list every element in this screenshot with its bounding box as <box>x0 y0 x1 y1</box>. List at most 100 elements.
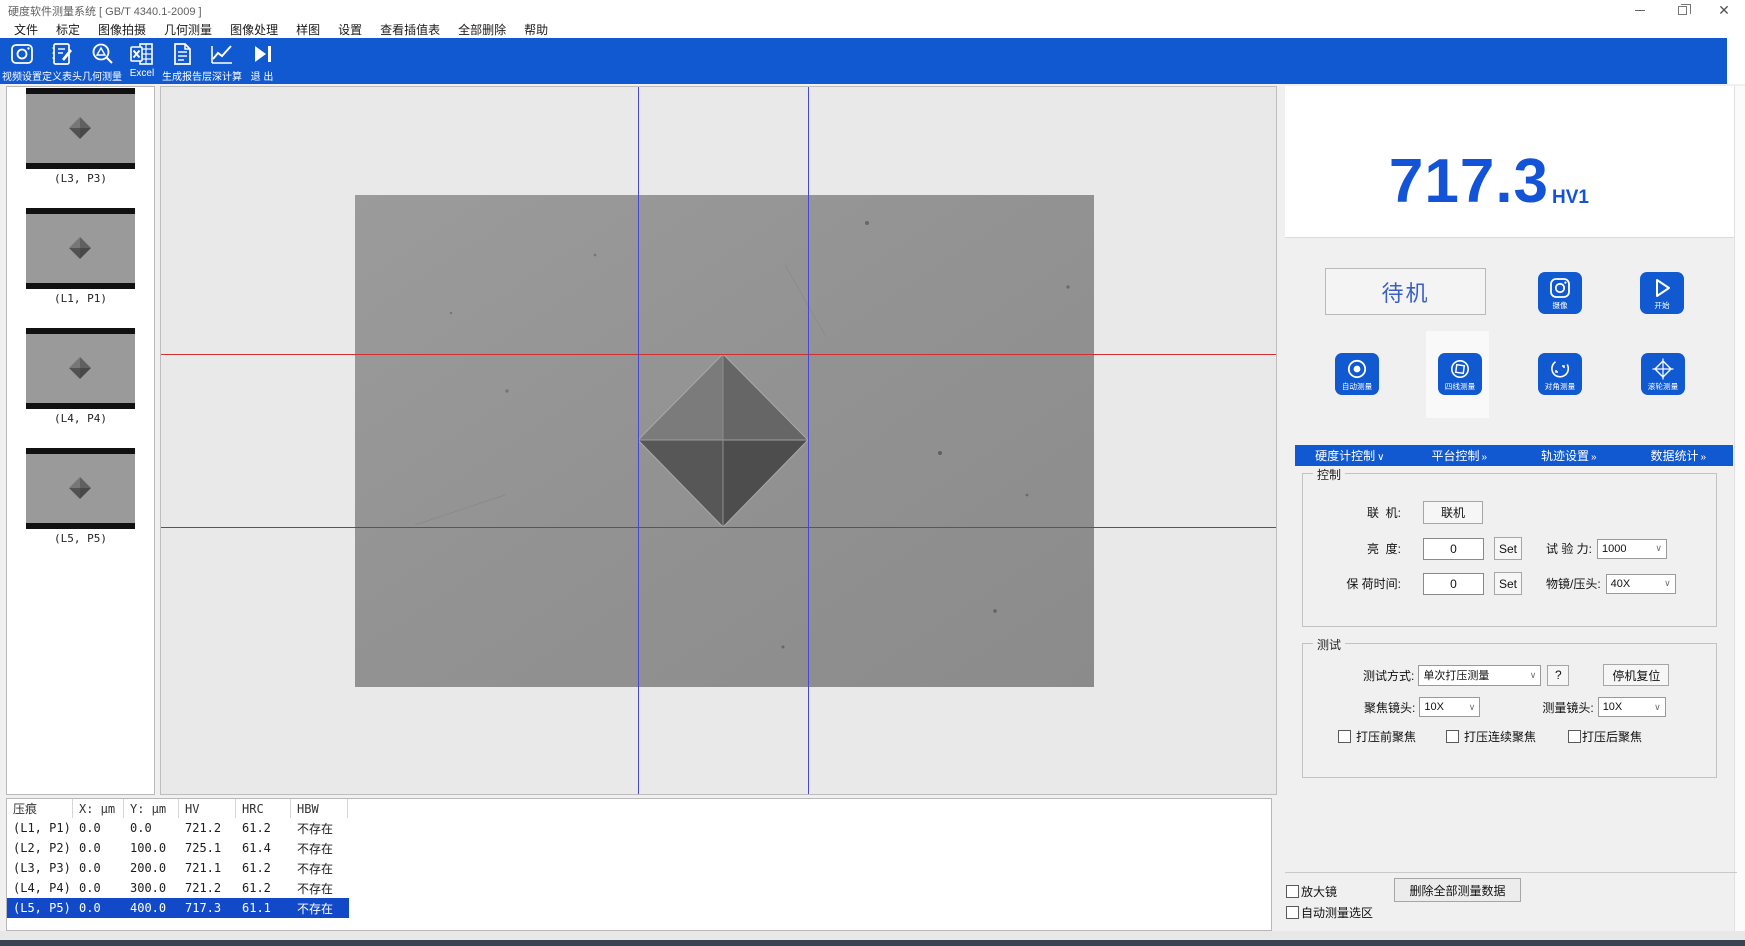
diagonal-measure-button[interactable]: 对角测量 <box>1538 353 1582 395</box>
hardness-reading-card: 717.3 HV1 <box>1285 86 1734 238</box>
measure-lens-label: 测量镜头: <box>1542 699 1593 716</box>
crosshair-red-horizontal-line[interactable] <box>161 354 1276 355</box>
focus-lens-select[interactable]: 10X∨ <box>1419 697 1480 717</box>
table-row[interactable]: (L3, P3) 0.0 200.0 721.1 61.2 不存在 <box>7 858 349 878</box>
menu-image-capture[interactable]: 图像拍摄 <box>89 20 155 39</box>
menu-help[interactable]: 帮助 <box>515 20 557 39</box>
test-force-label: 试 验 力: <box>1546 540 1592 557</box>
menu-delete-all[interactable]: 全部删除 <box>449 20 515 39</box>
tab-hardness-control[interactable]: 硬度计控制∨ <box>1295 447 1405 464</box>
col-hv: HV <box>179 799 236 818</box>
test-group-title: 测试 <box>1313 636 1345 653</box>
close-icon: ✕ <box>1718 3 1730 17</box>
focus-before-checkbox[interactable] <box>1338 730 1351 743</box>
focus-after-checkbox[interactable] <box>1568 730 1581 743</box>
target-icon <box>1345 357 1369 381</box>
stop-reset-button[interactable]: 停机复位 <box>1603 664 1669 686</box>
brightness-input[interactable] <box>1423 538 1484 560</box>
chevron-right-icon: » <box>1700 452 1706 463</box>
menubar: 文件 标定 图像拍摄 几何测量 图像处理 样图 设置 查看插值表 全部删除 帮助 <box>0 20 1745 38</box>
thumbnail-item[interactable]: (L1, P1) <box>7 208 154 328</box>
auto-measure-button[interactable]: 自动测量 <box>1335 353 1379 395</box>
crosshair-blue-vertical-line-left[interactable] <box>638 87 639 794</box>
table-row[interactable]: (L1, P1) 0.0 0.0 721.2 61.2 不存在 <box>7 818 349 838</box>
measure-lens-select[interactable]: 10X∨ <box>1598 697 1666 717</box>
results-table: 压痕 X: μm Y: μm HV HRC HBW (L1, P1) 0.0 0… <box>6 798 1272 931</box>
menu-calibration[interactable]: 标定 <box>47 20 89 39</box>
chevron-down-icon: ∨ <box>1655 543 1662 554</box>
magnifier-label: 放大镜 <box>1301 883 1337 900</box>
capture-button[interactable]: 摄像 <box>1538 272 1582 314</box>
minimize-icon <box>1635 10 1645 11</box>
crosshair-blue-horizontal-line[interactable] <box>161 527 1276 528</box>
delete-all-data-button[interactable]: 删除全部测量数据 <box>1394 878 1521 902</box>
video-viewport[interactable] <box>160 86 1277 795</box>
auto-measure-area-label: 自动测量选区 <box>1301 904 1373 921</box>
dwell-time-input[interactable] <box>1423 573 1484 595</box>
table-row[interactable]: (L5, P5) 0.0 400.0 717.3 61.1 不存在 <box>7 898 349 918</box>
focus-continuous-checkbox[interactable] <box>1446 730 1459 743</box>
crosshair-blue-vertical-line-right[interactable] <box>808 87 809 794</box>
bottom-separator <box>1285 872 1737 873</box>
toolbar: 视频设置 定义表头 几何测量 <box>0 38 1727 84</box>
connect-button[interactable]: 联机 <box>1423 501 1483 524</box>
thumbnail-label: (L3, P3) <box>54 172 107 185</box>
microscope-image <box>355 195 1094 687</box>
hardness-unit: HV1 <box>1552 187 1589 209</box>
roller-measure-button[interactable]: 滚轮测量 <box>1641 353 1685 395</box>
bottom-gray-strip <box>0 931 1745 940</box>
tab-trajectory-settings[interactable]: 轨迹设置» <box>1514 447 1624 464</box>
dwell-time-label: 保 荷时间: <box>1341 575 1401 592</box>
excel-export-button[interactable]: Excel <box>122 41 162 79</box>
chevron-down-icon: ∨ <box>1664 578 1671 589</box>
test-mode-label: 测试方式: <box>1363 667 1414 684</box>
col-indent: 压痕 <box>7 799 73 818</box>
video-settings-button[interactable]: 视频设置 <box>2 41 42 83</box>
menu-settings[interactable]: 设置 <box>329 20 371 39</box>
tab-stage-control[interactable]: 平台控制» <box>1405 447 1515 464</box>
focus-continuous-label: 打压连续聚焦 <box>1464 728 1536 745</box>
focus-before-label: 打压前聚焦 <box>1356 728 1416 745</box>
objective-indenter-select[interactable]: 40X∨ <box>1606 574 1676 594</box>
restore-button[interactable] <box>1661 0 1703 20</box>
tab-data-statistics[interactable]: 数据统计» <box>1624 447 1734 464</box>
control-group-title: 控制 <box>1313 466 1345 483</box>
menu-image-processing[interactable]: 图像处理 <box>221 20 287 39</box>
dwell-set-button[interactable]: Set <box>1494 572 1522 595</box>
thumbnail-item[interactable]: (L4, P4) <box>7 328 154 448</box>
chevron-down-icon: ∨ <box>1530 670 1537 681</box>
table-row[interactable]: (L2, P2) 0.0 100.0 725.1 61.4 不存在 <box>7 838 349 858</box>
test-mode-select[interactable]: 单次打压测量∨ <box>1418 665 1541 686</box>
chevron-down-icon: ∨ <box>1469 702 1476 713</box>
exit-icon <box>249 41 275 67</box>
test-force-select[interactable]: 1000∨ <box>1597 539 1667 559</box>
thumbnail-item[interactable]: (L3, P3) <box>7 88 154 208</box>
hardness-value: 717.3 <box>1389 156 1549 209</box>
auto-measure-area-checkbox[interactable] <box>1286 906 1299 919</box>
geometry-measure-button[interactable]: 几何测量 <box>82 41 122 83</box>
video-settings-icon <box>9 41 35 67</box>
four-line-measure-button[interactable]: 四线测量 <box>1438 353 1482 395</box>
minimize-button[interactable] <box>1619 0 1661 20</box>
focus-lens-label: 聚焦镜头: <box>1364 699 1415 716</box>
col-y: Y: μm <box>124 799 179 818</box>
help-button[interactable]: ? <box>1547 665 1569 686</box>
brightness-set-button[interactable]: Set <box>1494 537 1522 560</box>
define-header-icon <box>49 41 75 67</box>
menu-geometry-measure[interactable]: 几何测量 <box>155 20 221 39</box>
define-header-button[interactable]: 定义表头 <box>42 41 82 83</box>
corner-circle-icon <box>1548 357 1572 381</box>
menu-file[interactable]: 文件 <box>5 20 47 39</box>
menu-interpolation-table[interactable]: 查看插值表 <box>371 20 449 39</box>
generate-report-button[interactable]: 生成报告 <box>162 41 202 83</box>
menu-sample-image[interactable]: 样图 <box>287 20 329 39</box>
machine-status-text: 待机 <box>1381 276 1429 308</box>
start-button[interactable]: 开始 <box>1640 272 1684 314</box>
thumbnail-item[interactable]: (L5, P5) <box>7 448 154 568</box>
table-row[interactable]: (L4, P4) 0.0 300.0 721.2 61.2 不存在 <box>7 878 349 898</box>
close-button[interactable]: ✕ <box>1703 0 1745 20</box>
indent-thumbnail-list: (L3, P3) (L1, P1) (L4, P4) (L5, P5) <box>6 86 155 795</box>
depth-calc-button[interactable]: 层深计算 <box>202 41 242 83</box>
exit-button[interactable]: 退 出 <box>242 41 282 83</box>
magnifier-checkbox[interactable] <box>1286 885 1299 898</box>
